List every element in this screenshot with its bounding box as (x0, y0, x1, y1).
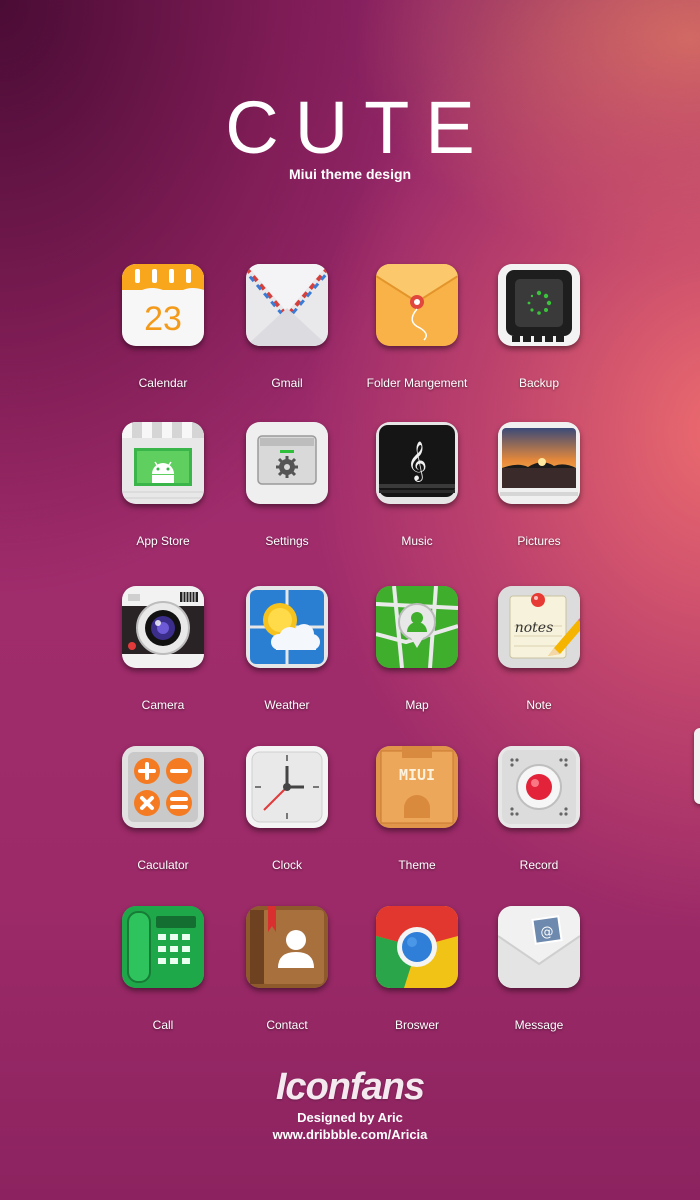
app-note[interactable]: notes Note (474, 586, 604, 726)
app-label-pictures: Pictures (517, 534, 561, 548)
app-label-contact: Contact (266, 1018, 308, 1032)
svg-text:𝄞: 𝄞 (407, 441, 427, 482)
header: CUTE Miui theme design (0, 86, 700, 183)
camera-icon (122, 586, 204, 668)
weather-icon (246, 586, 328, 668)
app-label-music: Music (401, 534, 433, 548)
app-label-clock: Clock (271, 858, 302, 872)
app-calendar[interactable]: 23 Calendar (98, 264, 228, 404)
app-call[interactable]: Call (98, 906, 228, 1046)
calendar-date: 23 (144, 300, 182, 338)
call-icon (122, 906, 204, 988)
contact-icon (246, 906, 328, 988)
app-clock[interactable]: Clock (222, 746, 352, 886)
app-label-message: Message (514, 1018, 564, 1032)
app-contact[interactable]: Contact (222, 906, 352, 1046)
app-label-camera: Camera (141, 698, 185, 712)
page-title: CUTE (225, 86, 491, 169)
app-calculator[interactable]: Caculator (98, 746, 228, 886)
app-backup[interactable]: Backup (474, 264, 604, 404)
app-label-browser: Broswer (394, 1018, 439, 1032)
app-browser[interactable]: Broswer (352, 906, 482, 1046)
app-label-note: Note (526, 698, 552, 712)
app-label-calculator: Caculator (137, 858, 189, 872)
app-label-call: Call (152, 1018, 174, 1032)
app-label-app-store: App Store (136, 534, 190, 548)
gmail-envelope-icon (246, 264, 328, 346)
website-link[interactable]: www.dribbble.com/Aricia (0, 1127, 700, 1142)
theme-icon: MIUI (376, 746, 458, 828)
music-icon: 𝄞 (376, 422, 458, 504)
app-pictures[interactable]: Pictures (474, 422, 604, 562)
folder-icon (376, 264, 458, 346)
footer: Iconfans Designed by Aric www.dribbble.c… (0, 1062, 700, 1142)
app-app-store[interactable]: App Store (98, 422, 228, 562)
app-theme[interactable]: MIUI Theme (352, 746, 482, 886)
app-label-backup: Backup (518, 376, 560, 390)
clock-icon (246, 746, 328, 828)
settings-icon (246, 422, 328, 504)
svg-text:@: @ (541, 925, 554, 940)
app-map[interactable]: Map (352, 586, 482, 726)
app-label-folder: Folder Mangement (366, 376, 468, 390)
app-label-record: Record (519, 858, 559, 872)
app-camera[interactable]: Camera (98, 586, 228, 726)
app-gmail[interactable]: Gmail (222, 264, 352, 404)
message-icon: @ (498, 906, 580, 988)
app-label-gmail: Gmail (271, 376, 303, 390)
note-text: notes (515, 620, 554, 636)
backup-icon (498, 264, 580, 346)
browser-icon (376, 906, 458, 988)
app-label-settings: Settings (265, 534, 309, 548)
app-record[interactable]: Record (474, 746, 604, 886)
app-label-theme: Theme (398, 858, 436, 872)
app-folder-management[interactable]: Folder Mangement (352, 264, 482, 404)
note-icon: notes (498, 586, 580, 668)
brand-logo: Iconfans (275, 1066, 425, 1108)
pictures-icon (498, 422, 580, 504)
theme-text: MIUI (399, 766, 435, 784)
side-drawer-handle[interactable] (694, 728, 700, 804)
app-label-weather: Weather (264, 698, 310, 712)
app-label-map: Map (405, 698, 429, 712)
calendar-icon: 23 (122, 264, 204, 346)
designer-credit: Designed by Aric (297, 1110, 403, 1125)
calculator-icon (122, 746, 204, 828)
app-settings[interactable]: Settings (222, 422, 352, 562)
app-weather[interactable]: Weather (222, 586, 352, 726)
app-store-icon (122, 422, 204, 504)
page-subtitle: Miui theme design (288, 166, 412, 182)
app-message[interactable]: @ Message (474, 906, 604, 1046)
app-label-calendar: Calendar (138, 376, 188, 390)
record-icon (498, 746, 580, 828)
map-icon (376, 586, 458, 668)
app-music[interactable]: 𝄞 Music (352, 422, 482, 562)
